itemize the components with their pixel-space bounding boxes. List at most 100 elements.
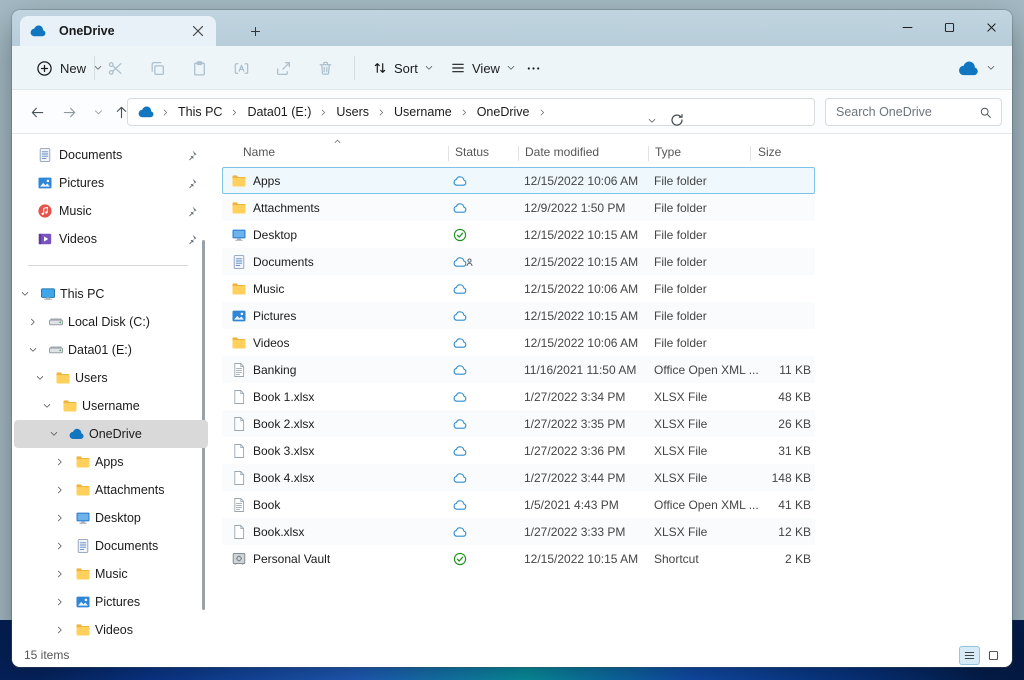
sidebar-item-desktop[interactable]: Desktop	[14, 504, 208, 532]
search-input[interactable]	[836, 99, 971, 125]
sidebar-item-pictures[interactable]: Pictures	[14, 169, 208, 197]
rename-button[interactable]	[226, 50, 256, 86]
tab-close-icon[interactable]	[190, 23, 206, 39]
sidebar-item-apps[interactable]: Apps	[14, 448, 208, 476]
file-row-book-4-xlsx[interactable]: Book 4.xlsx1/27/2022 3:44 PMXLSX File148…	[222, 464, 815, 491]
share-button[interactable]	[268, 50, 298, 86]
sidebar-item-documents[interactable]: Documents	[14, 141, 208, 169]
breadcrumb-item[interactable]: Users	[330, 102, 375, 122]
details-view-button[interactable]	[959, 646, 980, 665]
back-button[interactable]	[25, 101, 49, 123]
chevron-down-icon[interactable]	[49, 429, 59, 439]
chevron-down-icon[interactable]	[42, 401, 52, 411]
desktop-icon	[231, 227, 247, 243]
pin-icon[interactable]	[185, 205, 198, 218]
close-icon	[985, 21, 998, 34]
sidebar-item-data01-e-[interactable]: Data01 (E:)	[14, 336, 208, 364]
chevron-down-icon[interactable]	[20, 289, 30, 299]
breadcrumb-item[interactable]: OneDrive	[471, 102, 536, 122]
documents-icon	[231, 254, 247, 270]
paste-button[interactable]	[184, 50, 214, 86]
breadcrumb-item[interactable]: This PC	[172, 102, 228, 122]
date-modified: 1/5/2021 4:43 PM	[524, 498, 619, 512]
sidebar-item-documents[interactable]: Documents	[14, 532, 208, 560]
sidebar-item-onedrive[interactable]: OneDrive	[14, 420, 208, 448]
tab-onedrive[interactable]: OneDrive	[20, 16, 216, 46]
column-header-size[interactable]: Size	[758, 145, 781, 159]
column-divider[interactable]	[648, 146, 649, 161]
file-row-desktop[interactable]: Desktop12/15/2022 10:15 AMFile folder	[222, 221, 815, 248]
ellipsis-icon	[526, 61, 541, 76]
file-row-apps[interactable]: Apps12/15/2022 10:06 AMFile folder	[222, 167, 815, 194]
address-dropdown-icon[interactable]	[647, 116, 657, 126]
sidebar-item-music[interactable]: Music	[14, 560, 208, 588]
status-cloud-icon	[452, 362, 468, 378]
breadcrumb-item[interactable]: Data01 (E:)	[241, 102, 317, 122]
file-row-book-3-xlsx[interactable]: Book 3.xlsx1/27/2022 3:36 PMXLSX File31 …	[222, 437, 815, 464]
file-row-book-2-xlsx[interactable]: Book 2.xlsx1/27/2022 3:35 PMXLSX File26 …	[222, 410, 815, 437]
chevron-down-icon[interactable]	[35, 373, 45, 383]
chevron-right-icon[interactable]	[55, 569, 65, 579]
paste-icon	[191, 60, 208, 77]
chevron-right-icon[interactable]	[55, 485, 65, 495]
sidebar-item-local-disk-c-[interactable]: Local Disk (C:)	[14, 308, 208, 336]
recent-locations-button[interactable]	[86, 101, 110, 123]
breadcrumb[interactable]: This PC Data01 (E:) Users Username OneDrive	[127, 98, 815, 126]
sidebar-item-pictures[interactable]: Pictures	[14, 588, 208, 616]
status-cell	[452, 335, 478, 351]
file-row-book-xlsx[interactable]: Book.xlsx1/27/2022 3:33 PMXLSX File12 KB	[222, 518, 815, 545]
pin-icon[interactable]	[185, 233, 198, 246]
column-header-status[interactable]: Status	[455, 145, 489, 159]
file-row-music[interactable]: Music12/15/2022 10:06 AMFile folder	[222, 275, 815, 302]
sidebar-item-attachments[interactable]: Attachments	[14, 476, 208, 504]
column-divider[interactable]	[448, 146, 449, 161]
file-row-book[interactable]: Book1/5/2021 4:43 PMOffice Open XML ...4…	[222, 491, 815, 518]
chevron-down-icon[interactable]	[28, 345, 38, 355]
pin-icon[interactable]	[185, 177, 198, 190]
sidebar-item-users[interactable]: Users	[14, 364, 208, 392]
file-row-personal-vault[interactable]: Personal Vault12/15/2022 10:15 AMShortcu…	[222, 545, 815, 572]
file-row-book-1-xlsx[interactable]: Book 1.xlsx1/27/2022 3:34 PMXLSX File48 …	[222, 383, 815, 410]
file-row-videos[interactable]: Videos12/15/2022 10:06 AMFile folder	[222, 329, 815, 356]
back-icon	[30, 105, 45, 120]
forward-button[interactable]	[57, 101, 81, 123]
onedrive-sync-button[interactable]	[958, 53, 996, 83]
pin-icon[interactable]	[185, 149, 198, 162]
sidebar-item-music[interactable]: Music	[14, 197, 208, 225]
chevron-right-icon[interactable]	[55, 457, 65, 467]
sidebar-item-this-pc[interactable]: This PC	[14, 280, 208, 308]
chevron-right-icon[interactable]	[55, 597, 65, 607]
copy-button[interactable]	[142, 50, 172, 86]
sidebar-item-username[interactable]: Username	[14, 392, 208, 420]
sidebar-item-videos[interactable]: Videos	[14, 225, 208, 253]
chevron-right-icon[interactable]	[28, 317, 38, 327]
delete-button[interactable]	[310, 50, 340, 86]
column-header-type[interactable]: Type	[655, 145, 681, 159]
file-row-documents[interactable]: Documents12/15/2022 10:15 AMFile folder	[222, 248, 815, 275]
chevron-right-icon[interactable]	[55, 625, 65, 635]
more-options-button[interactable]	[518, 53, 548, 83]
column-divider[interactable]	[750, 146, 751, 161]
chevron-right-icon[interactable]	[55, 541, 65, 551]
refresh-icon[interactable]	[669, 112, 685, 128]
minimize-button[interactable]	[886, 10, 928, 44]
file-row-pictures[interactable]: Pictures12/15/2022 10:15 AMFile folder	[222, 302, 815, 329]
new-tab-button[interactable]	[244, 20, 266, 42]
cut-button[interactable]	[100, 50, 130, 86]
file-name: Book 2.xlsx	[253, 417, 314, 431]
view-button[interactable]: View	[442, 53, 524, 83]
file-row-banking[interactable]: Banking11/16/2021 11:50 AMOffice Open XM…	[222, 356, 815, 383]
column-header-name[interactable]: Name	[243, 145, 275, 159]
close-button[interactable]	[970, 10, 1012, 44]
column-divider[interactable]	[518, 146, 519, 161]
new-button[interactable]: New	[28, 53, 111, 83]
large-icons-view-button[interactable]	[983, 646, 1004, 665]
sidebar-item-videos[interactable]: Videos	[14, 616, 208, 644]
file-row-attachments[interactable]: Attachments12/9/2022 1:50 PMFile folder	[222, 194, 815, 221]
breadcrumb-item[interactable]: Username	[388, 102, 458, 122]
maximize-button[interactable]	[928, 10, 970, 44]
chevron-right-icon[interactable]	[55, 513, 65, 523]
command-bar: New Sort View	[12, 46, 1012, 90]
sort-button[interactable]: Sort	[364, 53, 442, 83]
column-header-date-modified[interactable]: Date modified	[525, 145, 599, 159]
